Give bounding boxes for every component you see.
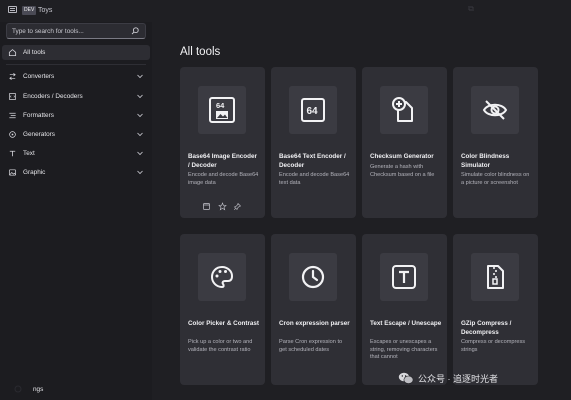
base64-text-icon: 64 — [301, 98, 325, 122]
search-input[interactable] — [12, 26, 124, 37]
search-box[interactable] — [6, 23, 146, 39]
tool-card-title: GZip Compress / Decompress — [461, 320, 512, 336]
tool-card-title: Checksum Generator — [370, 153, 434, 160]
tool-card-title: Color Blindness Simulator — [461, 153, 510, 169]
chevron-down-icon[interactable] — [136, 72, 144, 80]
tool-card-title: Text Escape / Unescape — [370, 320, 442, 327]
text-escape-icon — [392, 265, 416, 289]
tool-card-description: Encode and decode Base64 image data — [188, 172, 259, 186]
tool-card-title: Color Picker & Contrast — [188, 320, 260, 327]
star-icon[interactable] — [218, 202, 227, 211]
tool-card-actions — [180, 202, 265, 212]
sidebar-item-label: Generators — [23, 131, 55, 138]
open-new-window-icon[interactable] — [202, 202, 211, 211]
chevron-down-icon[interactable] — [136, 111, 144, 119]
app-badge: DEV — [22, 6, 37, 15]
tool-card-icon-tile — [471, 253, 519, 301]
tool-card-color-picker[interactable]: Color Picker & Contrast Pick up a color … — [180, 234, 265, 385]
checksum-file-icon — [392, 97, 413, 122]
sidebar-item-converters[interactable]: Converters — [2, 69, 150, 84]
tool-card-description: Simulate color blindness on a picture or… — [461, 172, 530, 186]
formatter-icon — [7, 111, 17, 121]
page-title: All tools — [180, 46, 221, 58]
encoder-icon — [7, 92, 17, 102]
sidebar-item-label: Converters — [23, 73, 55, 80]
chevron-down-icon[interactable] — [136, 149, 144, 157]
sidebar-item-encoders-decoders[interactable]: Encoders / Decoders — [2, 89, 150, 104]
sidebar-item-label: Formatters — [23, 112, 54, 119]
tool-card-description: Pick up a color or two and validate the … — [188, 339, 253, 353]
tool-card-description: Encode and decode Base64 text data — [279, 172, 350, 186]
text-icon — [7, 149, 17, 159]
tool-card-text-escape[interactable]: Text Escape / Unescape Escapes or unesca… — [362, 234, 447, 385]
tool-card-title: Base64 Text Encoder / Decoder — [279, 153, 346, 169]
sidebar-item-graphic[interactable]: Graphic — [2, 165, 150, 180]
pin-icon[interactable] — [233, 202, 242, 211]
tool-card-title: Cron expression parser — [279, 320, 350, 327]
sidebar-item-formatters[interactable]: Formatters — [2, 108, 150, 123]
palette-icon — [210, 265, 234, 289]
clock-icon — [301, 265, 325, 289]
gear-icon[interactable] — [12, 383, 24, 395]
sidebar-item-generators[interactable]: Generators — [2, 127, 150, 142]
tool-card-description: Escapes or unescapes a string, removing … — [370, 339, 438, 360]
chevron-down-icon[interactable] — [136, 92, 144, 100]
tool-card-base64-image[interactable]: 64 Base64 Image Encoder / Decoder Encode… — [180, 67, 265, 218]
converter-icon — [7, 72, 17, 82]
title-bar: DEV Toys ⧉ — [0, 0, 571, 22]
tool-card-base64-text[interactable]: 64 Base64 Text Encoder / Decoder Encode … — [271, 67, 356, 218]
generator-icon — [7, 130, 17, 140]
divider — [6, 64, 146, 65]
tool-card-color-blindness-simulator[interactable]: Color Blindness Simulator Simulate color… — [453, 67, 538, 218]
tool-card-cron-parser[interactable]: Cron expression parser Parse Cron expres… — [271, 234, 356, 385]
chevron-down-icon[interactable] — [136, 130, 144, 138]
tool-card-description: Generate a hash with Checksum based on a… — [370, 164, 435, 178]
graphic-icon — [7, 168, 17, 178]
menu-icon[interactable] — [8, 6, 17, 13]
tool-card-icon-tile — [289, 253, 337, 301]
sidebar-item-text[interactable]: Text — [2, 146, 150, 161]
zip-file-icon — [487, 265, 504, 289]
restore-icon[interactable]: ⧉ — [464, 3, 478, 15]
eye-slash-icon — [482, 100, 508, 120]
app-title: Toys — [38, 7, 53, 14]
watermark-text: 公众号 · 追逐时光者 — [418, 373, 498, 384]
chevron-down-icon[interactable] — [136, 168, 144, 176]
sidebar-item-label: Text — [23, 150, 35, 157]
sidebar-item-label: All tools — [23, 49, 46, 56]
tool-card-title: Base64 Image Encoder / Decoder — [188, 153, 257, 169]
watermark: 公众号 · 追逐时光者 — [398, 369, 498, 387]
tool-card-description: Compress or decompress strings — [461, 339, 526, 353]
base64-image-icon: 64 — [209, 97, 235, 123]
sidebar: All tools Converters Encoders / Decoders… — [0, 22, 152, 400]
wechat-logo-icon — [398, 372, 414, 384]
svg-text:64: 64 — [307, 106, 319, 117]
sidebar-item-label: Encoders / Decoders — [23, 93, 83, 100]
tool-card-icon-tile — [380, 253, 428, 301]
tool-card-icon-tile — [380, 86, 428, 134]
tool-card-icon-tile — [198, 253, 246, 301]
tool-card-icon-tile — [471, 86, 519, 134]
tool-card-icon-tile: 64 — [289, 86, 337, 134]
tool-card-icon-tile: 64 — [198, 86, 246, 134]
home-icon — [7, 48, 17, 58]
search-icon[interactable] — [130, 26, 140, 36]
sidebar-item-label: Graphic — [23, 169, 46, 176]
settings-label[interactable]: ngs — [33, 386, 43, 393]
tool-card-description: Parse Cron expression to get scheduled d… — [279, 339, 343, 353]
tool-card-gzip[interactable]: GZip Compress / Decompress Compress or d… — [453, 234, 538, 385]
svg-text:64: 64 — [216, 101, 225, 110]
tool-card-checksum-generator[interactable]: Checksum Generator Generate a hash with … — [362, 67, 447, 218]
sidebar-item-all-tools[interactable]: All tools — [2, 45, 150, 60]
